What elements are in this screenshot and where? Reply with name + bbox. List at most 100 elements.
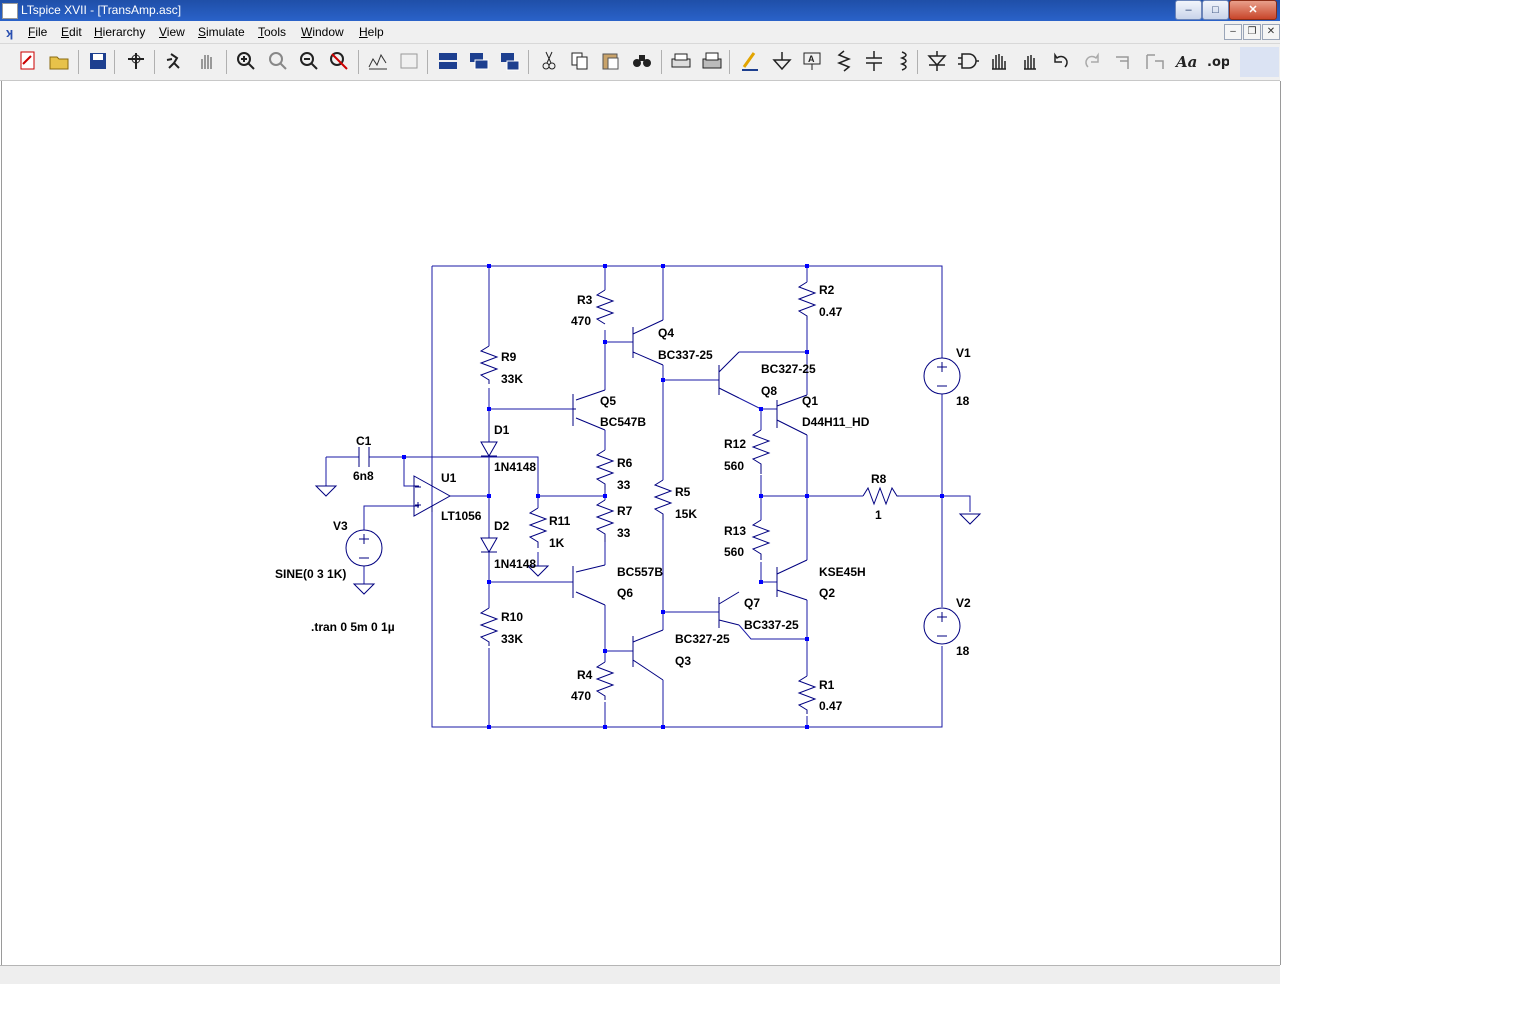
toolbar-separator bbox=[226, 50, 227, 74]
r2-resistor[interactable] bbox=[797, 281, 817, 320]
capacitor-icon[interactable] bbox=[862, 49, 886, 73]
r5-resistor[interactable] bbox=[653, 479, 673, 520]
menu-view[interactable]: View bbox=[159, 25, 185, 39]
resistor-icon[interactable] bbox=[832, 49, 856, 73]
toolbar-separator bbox=[114, 50, 115, 74]
zoom-in-icon[interactable] bbox=[234, 49, 258, 73]
title-bar[interactable]: LTspice XVII - [TransAmp.asc] – □ ✕ bbox=[0, 0, 1280, 21]
v2-polarity bbox=[937, 612, 947, 637]
mdi-close-button[interactable]: ✕ bbox=[1262, 24, 1280, 40]
positive-rail-wire[interactable] bbox=[432, 265, 943, 358]
menu-hierarchy[interactable]: Hierarchy bbox=[94, 25, 145, 39]
d2-diode[interactable] bbox=[480, 537, 498, 554]
diode-icon[interactable] bbox=[925, 49, 949, 73]
spice-directive-icon[interactable]: .op bbox=[1205, 49, 1230, 73]
c1-label: C1 bbox=[356, 434, 372, 448]
spice-directive[interactable]: .tran 0 5m 0 1µ bbox=[311, 620, 395, 634]
mdi-restore-button[interactable]: ❐ bbox=[1243, 24, 1261, 40]
copy-icon[interactable] bbox=[568, 49, 592, 73]
q7-transistor[interactable] bbox=[718, 591, 740, 628]
tile-vertical-icon[interactable] bbox=[498, 49, 522, 73]
r8-resistor[interactable] bbox=[862, 486, 899, 506]
halt-icon[interactable] bbox=[195, 49, 219, 73]
toolbar: A Aa .op bbox=[0, 44, 1280, 81]
q8-collector-wire[interactable] bbox=[738, 397, 777, 410]
r7-resistor[interactable] bbox=[595, 499, 615, 542]
schematic-drawing[interactable]: C1 6n8 U1 LT1056 V3 SINE(0 3 1K) .tran 0… bbox=[2, 81, 1280, 965]
r4-resistor[interactable] bbox=[595, 661, 615, 700]
v1-label: V1 bbox=[956, 346, 971, 360]
zoom-fit-icon[interactable] bbox=[327, 49, 351, 73]
ground-icon[interactable] bbox=[770, 49, 794, 73]
wire-junction bbox=[805, 637, 809, 641]
r2-value: 0.47 bbox=[819, 305, 843, 319]
r6-resistor[interactable] bbox=[595, 449, 615, 490]
q8-transistor[interactable] bbox=[718, 351, 740, 399]
r5-label: R5 bbox=[675, 485, 691, 499]
r3-resistor[interactable] bbox=[595, 289, 615, 325]
r1-resistor[interactable] bbox=[797, 675, 817, 714]
pan-icon[interactable] bbox=[266, 49, 290, 73]
ground-wire[interactable] bbox=[942, 495, 971, 512]
menu-tools[interactable]: Tools bbox=[258, 25, 286, 39]
menu-help[interactable]: Help bbox=[359, 25, 384, 39]
waveform-icon[interactable] bbox=[397, 49, 421, 73]
find-icon[interactable] bbox=[630, 49, 654, 73]
open-icon[interactable] bbox=[47, 49, 71, 73]
save-icon[interactable] bbox=[86, 49, 110, 73]
c1-capacitor[interactable] bbox=[358, 447, 370, 467]
print-setup-icon[interactable] bbox=[700, 49, 724, 73]
mdi-minimize-button[interactable]: – bbox=[1224, 24, 1242, 40]
redo-icon[interactable] bbox=[1080, 49, 1104, 73]
r10-resistor[interactable] bbox=[479, 607, 499, 646]
close-button[interactable]: ✕ bbox=[1229, 0, 1277, 20]
r13-value: 560 bbox=[724, 545, 744, 559]
menu-edit[interactable]: Edit bbox=[61, 25, 82, 39]
cut-icon[interactable] bbox=[537, 49, 561, 73]
paste-icon[interactable] bbox=[599, 49, 623, 73]
r6-value: 33 bbox=[617, 478, 631, 492]
maximize-button[interactable]: □ bbox=[1202, 0, 1229, 20]
menu-simulate[interactable]: Simulate bbox=[198, 25, 245, 39]
mirror-icon[interactable] bbox=[1143, 49, 1167, 73]
v3-wire[interactable] bbox=[363, 505, 414, 530]
component-icon[interactable] bbox=[956, 49, 980, 73]
menu-file[interactable]: File bbox=[28, 25, 47, 39]
draw-wire-icon[interactable] bbox=[738, 49, 762, 73]
menu-window[interactable]: Window bbox=[301, 25, 344, 39]
label-net-icon[interactable]: A bbox=[800, 49, 824, 73]
document-system-menu-icon[interactable]: ʞ bbox=[6, 25, 13, 40]
schematic-canvas[interactable]: C1 6n8 U1 LT1056 V3 SINE(0 3 1K) .tran 0… bbox=[1, 81, 1281, 965]
print-icon[interactable] bbox=[669, 49, 693, 73]
q3-transistor[interactable] bbox=[632, 629, 664, 681]
zoom-out-icon[interactable] bbox=[297, 49, 321, 73]
undo-icon[interactable] bbox=[1049, 49, 1073, 73]
minimize-button[interactable]: – bbox=[1175, 0, 1202, 20]
r12-resistor[interactable] bbox=[751, 429, 771, 474]
r1-label: R1 bbox=[819, 678, 835, 692]
run-icon[interactable] bbox=[163, 49, 187, 73]
move-icon[interactable] bbox=[987, 49, 1011, 73]
q2-transistor[interactable] bbox=[776, 559, 808, 601]
v2-value: 18 bbox=[956, 644, 970, 658]
r13-resistor[interactable] bbox=[751, 519, 771, 560]
r11-resistor[interactable] bbox=[528, 507, 548, 548]
new-schematic-icon[interactable] bbox=[16, 49, 40, 73]
autorange-icon[interactable] bbox=[366, 49, 390, 73]
r9-resistor[interactable] bbox=[479, 345, 499, 384]
tile-horizontal-icon[interactable] bbox=[436, 49, 460, 73]
rotate-icon[interactable] bbox=[1112, 49, 1136, 73]
toolbar-separator bbox=[729, 50, 730, 74]
d1-value: 1N4148 bbox=[494, 460, 536, 474]
control-panel-icon[interactable] bbox=[124, 49, 148, 73]
q6-transistor[interactable] bbox=[572, 564, 606, 606]
cascade-icon[interactable] bbox=[467, 49, 491, 73]
svg-text:.op: .op bbox=[1207, 55, 1229, 70]
text-icon[interactable]: Aa bbox=[1174, 49, 1198, 73]
drag-icon[interactable] bbox=[1018, 49, 1042, 73]
v1-value: 18 bbox=[956, 394, 970, 408]
d1-diode[interactable] bbox=[480, 441, 498, 458]
q4-value: BC337-25 bbox=[658, 348, 713, 362]
inductor-icon[interactable] bbox=[893, 49, 917, 73]
r13-label: R13 bbox=[724, 524, 746, 538]
